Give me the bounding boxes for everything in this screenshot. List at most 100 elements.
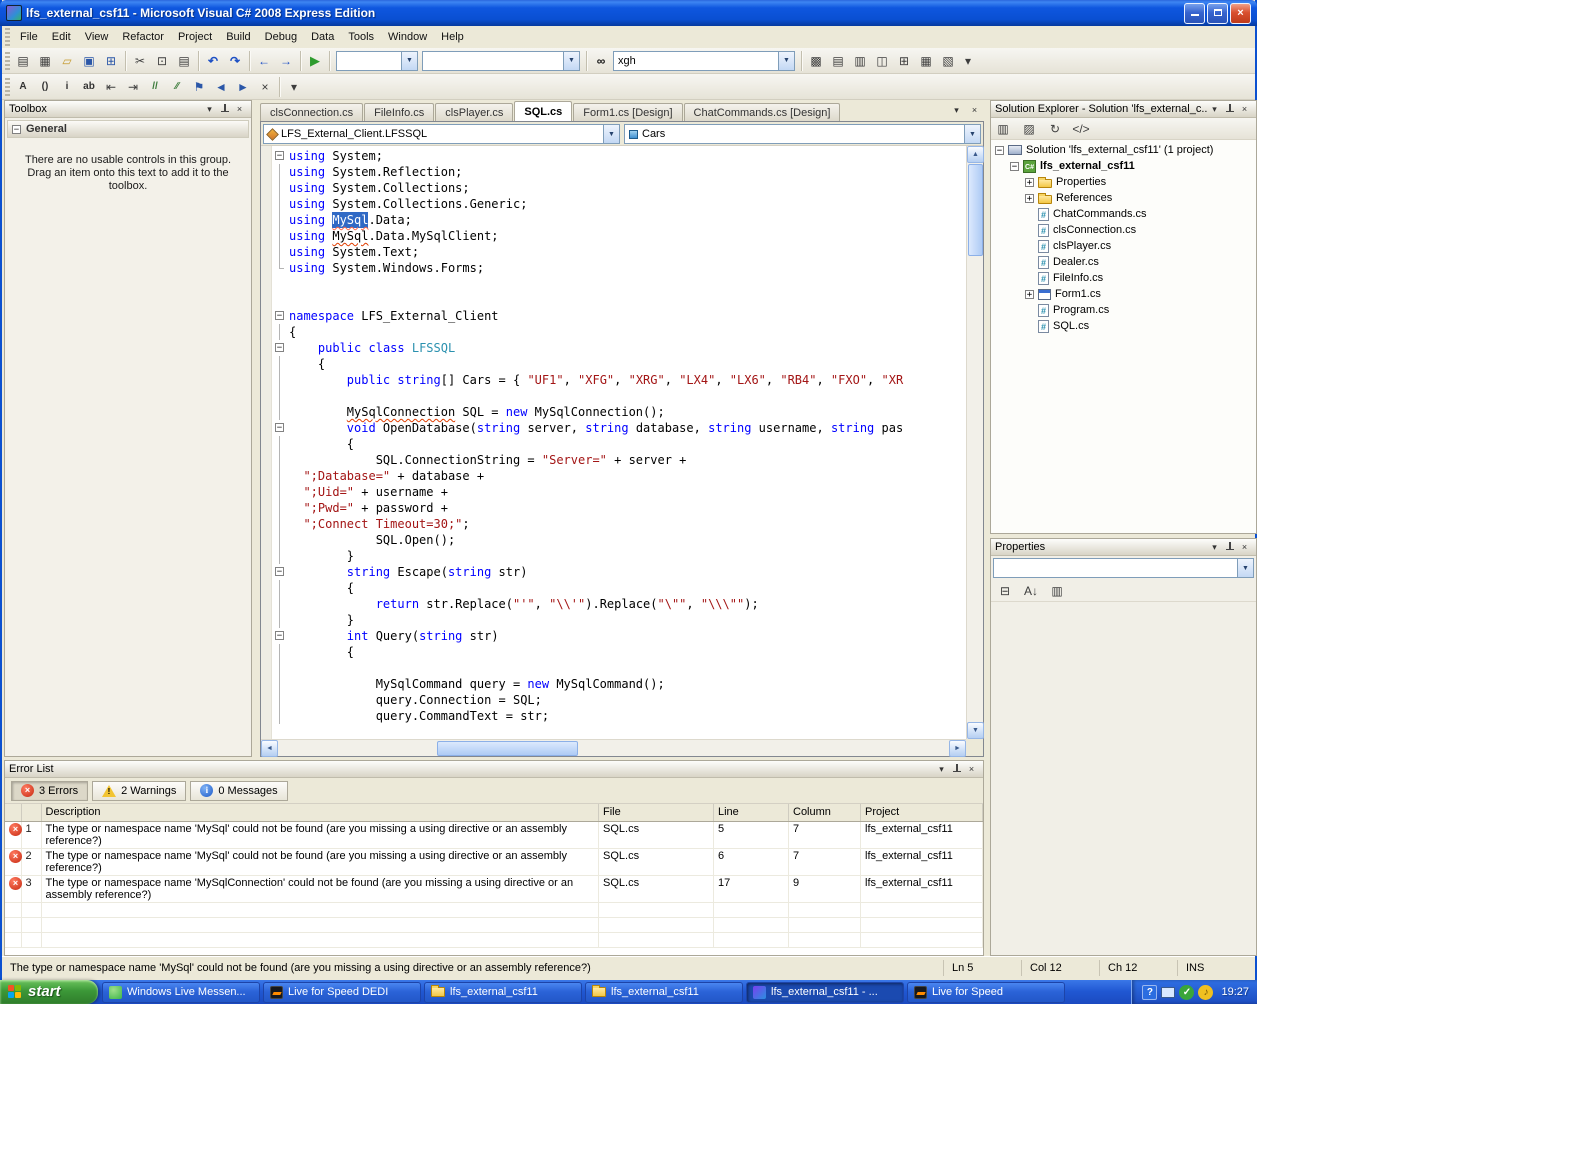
error-row[interactable]: × 3 The type or namespace name 'MySqlConne… [5, 875, 983, 903]
toolbox-window-icon[interactable]: ⊞ [894, 51, 914, 71]
vertical-scroll-thumb[interactable] [968, 164, 983, 256]
code-line[interactable]: query.CommandText = str; [273, 708, 966, 724]
properties-object-dropdown[interactable]: ▼ [993, 558, 1254, 578]
decrease-indent-icon[interactable]: ⇤ [101, 77, 121, 97]
tray-volume-icon[interactable]: ♪ [1198, 984, 1214, 1000]
vertical-scrollbar[interactable]: ▲ ▼ [966, 146, 984, 739]
find-combo[interactable]: xgh ▼ [613, 50, 795, 71]
find-in-files-icon[interactable]: ▩ [806, 51, 826, 71]
scroll-right-icon[interactable]: ► [949, 740, 966, 757]
menu-grip-handle[interactable] [5, 28, 10, 46]
collapse-region-icon[interactable]: − [275, 423, 284, 433]
tree-item-properties[interactable]: + Properties [991, 174, 1256, 190]
word-completion-icon[interactable]: ab [79, 77, 99, 97]
save-all-icon[interactable]: ⊞ [101, 51, 121, 71]
menu-build[interactable]: Build [219, 28, 257, 46]
code-line[interactable]: − public class LFSSQL [273, 340, 966, 356]
toggle-bookmark-icon[interactable]: ⚑ [189, 77, 209, 97]
toolbar-grip-handle[interactable] [5, 77, 10, 96]
code-line[interactable]: using MySql .Data.MySqlClient; [273, 228, 966, 244]
plus-box-icon[interactable]: + [1025, 193, 1034, 203]
code-line[interactable]: MySqlConnection SQL = new MySqlConnectio… [273, 404, 966, 420]
tray-help-icon[interactable]: ? [1142, 984, 1158, 1000]
taskbar-item-lfs-external-csf11[interactable]: lfs_external_csf11 - ... [746, 981, 904, 1003]
column-header-description[interactable]: Description [41, 804, 599, 822]
collapse-region-icon[interactable]: − [275, 567, 284, 577]
tree-item-dealer-cs[interactable]: # Dealer.cs [991, 254, 1256, 270]
code-line[interactable]: ";Database=" + database + [273, 468, 966, 484]
code-line[interactable]: ";Connect Timeout=30;"; [273, 516, 966, 532]
member-list-icon[interactable]: A [13, 77, 33, 97]
types-dropdown[interactable]: LFS_External_Client.LFSSQL ▼ [263, 124, 620, 144]
code-line[interactable]: { [273, 356, 966, 372]
paste-icon[interactable]: ▤ [174, 51, 194, 71]
new-project-icon[interactable]: ▤ [13, 51, 33, 71]
code-line[interactable]: using MySql .Data; [273, 212, 966, 228]
tray-security-icon[interactable]: ✓ [1179, 984, 1195, 1000]
cut-icon[interactable]: ✂ [130, 51, 150, 71]
error-list-window-icon[interactable]: ▦ [916, 51, 936, 71]
tree-item-solution-lfs-external-csf11-1-project[interactable]: − Solution 'lfs_external_csf11' (1 projec… [991, 142, 1256, 158]
code-line[interactable]: using System.Collections.Generic; [273, 196, 966, 212]
code-line[interactable]: } [273, 612, 966, 628]
code-line[interactable]: { [273, 324, 966, 340]
column-header-project[interactable]: Project [860, 804, 983, 822]
close-icon[interactable]: × [1237, 541, 1252, 554]
code-line[interactable]: SQL.ConnectionString = "Server=" + serve… [273, 452, 966, 468]
code-line[interactable]: − int Query(string str) [273, 628, 966, 644]
property-pages-icon[interactable]: ▥ [1047, 581, 1067, 601]
collapse-region-icon[interactable]: − [275, 343, 284, 353]
scroll-up-icon[interactable]: ▲ [967, 146, 984, 163]
clear-bookmarks-icon[interactable]: × [255, 77, 275, 97]
redo-icon[interactable]: ↷ [225, 51, 245, 71]
code-line[interactable] [273, 292, 966, 308]
quick-info-icon[interactable]: i [57, 77, 77, 97]
close-document-icon[interactable]: × [967, 103, 982, 117]
code-line[interactable]: { [273, 644, 966, 660]
code-line[interactable]: − namespace LFS_External_Client [273, 308, 966, 324]
menu-project[interactable]: Project [171, 28, 219, 46]
code-line[interactable]: using System.Text; [273, 244, 966, 260]
menu-tools[interactable]: Tools [341, 28, 381, 46]
auto-hide-pin-icon[interactable] [1222, 541, 1237, 554]
comment-selection-icon[interactable]: // [145, 77, 165, 97]
window-position-icon[interactable]: ▾ [202, 103, 217, 116]
menu-file[interactable]: File [13, 28, 45, 46]
tab-fileinfo-cs[interactable]: FileInfo.cs [364, 103, 435, 121]
tree-item-form1-cs[interactable]: + Form1.cs [991, 286, 1256, 302]
code-line[interactable]: { [273, 436, 966, 452]
code-line[interactable] [273, 388, 966, 404]
properties-window-icon[interactable]: ▥ [850, 51, 870, 71]
code-line[interactable]: { [273, 580, 966, 596]
error-row[interactable]: × 2 The type or namespace name 'MySql' cou… [5, 848, 983, 876]
open-file-icon[interactable]: ▱ [57, 51, 77, 71]
minus-box-icon[interactable]: − [995, 145, 1004, 155]
code-line[interactable] [273, 276, 966, 292]
code-line[interactable]: ";Uid=" + username + [273, 484, 966, 500]
column-header-line[interactable]: Line [713, 804, 789, 822]
close-button[interactable]: × [1230, 2, 1251, 24]
code-view-icon[interactable]: </> [1071, 119, 1091, 139]
save-file-icon[interactable]: ▣ [79, 51, 99, 71]
code-line[interactable]: return str.Replace("'", "\\'").Replace("… [273, 596, 966, 612]
code-line[interactable]: using System.Collections; [273, 180, 966, 196]
window-position-icon[interactable]: ▾ [934, 763, 949, 776]
auto-hide-pin-icon[interactable] [1222, 103, 1237, 116]
tray-display-icon[interactable] [1161, 986, 1176, 998]
toolbar-options-icon[interactable]: ▾ [284, 77, 304, 97]
undo-icon[interactable]: ↶ [203, 51, 223, 71]
categorized-icon[interactable]: ⊟ [995, 581, 1015, 601]
close-icon[interactable]: × [964, 763, 979, 776]
code-line[interactable]: − string Escape(string str) [273, 564, 966, 580]
code-line[interactable]: public string[] Cars = { "UF1", "XFG", "… [273, 372, 966, 388]
copy-icon[interactable]: ⊡ [152, 51, 172, 71]
tab-form1-cs-design[interactable]: Form1.cs [Design] [573, 103, 683, 121]
navigate-backward-icon[interactable]: ← [254, 51, 274, 71]
error-row[interactable]: × 1 The type or namespace name 'MySql' cou… [5, 821, 983, 849]
menu-view[interactable]: View [78, 28, 116, 46]
tree-item-references[interactable]: + References [991, 190, 1256, 206]
solution-explorer-window-icon[interactable]: ▤ [828, 51, 848, 71]
code-line[interactable] [273, 660, 966, 676]
toolbar-options-icon[interactable]: ▾ [958, 51, 978, 71]
code-line[interactable]: MySqlCommand query = new MySqlCommand(); [273, 676, 966, 692]
